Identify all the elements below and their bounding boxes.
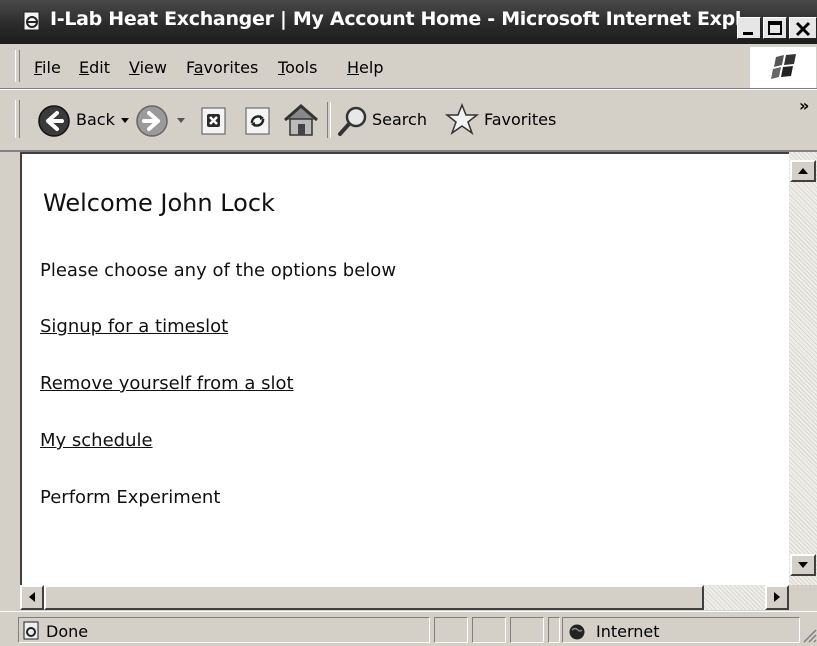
welcome-heading: Welcome John Lock	[43, 189, 275, 217]
page-done-icon	[23, 621, 39, 640]
windows-flag-icon	[771, 54, 796, 79]
scroll-right-icon	[774, 592, 780, 602]
search-button-label[interactable]: Search	[372, 110, 427, 129]
menu-tools[interactable]: Tools	[278, 58, 317, 77]
maximize-icon	[768, 21, 782, 35]
forward-dropdown-icon[interactable]	[176, 117, 186, 125]
vertical-scrollbar[interactable]	[789, 152, 817, 585]
status-bar: Done Internet	[0, 611, 817, 646]
status-text: Done	[46, 622, 89, 641]
back-dropdown-icon[interactable]	[120, 117, 130, 125]
intro-text: Please choose any of the options below	[40, 260, 397, 281]
signup-timeslot-link[interactable]: Signup for a timeslot	[40, 316, 228, 337]
horizontal-scrollbar[interactable]	[20, 585, 789, 610]
menu-favorites-pre: F	[186, 58, 194, 77]
window-left-edge	[0, 152, 20, 610]
remove-from-slot-link[interactable]: Remove yourself from a slot	[40, 373, 294, 394]
menu-bar: File Edit View Favorites Tools Help	[0, 44, 817, 89]
menu-tools-rest: ools	[285, 58, 318, 77]
menu-favorites[interactable]: Favorites	[186, 58, 258, 77]
scroll-up-button[interactable]	[790, 160, 816, 182]
toolbar-separator	[327, 102, 331, 138]
status-pane-3	[472, 617, 506, 643]
menu-edit[interactable]: Edit	[79, 58, 110, 77]
title-bar: I-Lab Heat Exchanger | My Account Home -…	[0, 0, 817, 44]
scroll-down-button[interactable]	[790, 554, 816, 576]
menu-favorites-accel: a	[193, 58, 204, 77]
resize-grip-icon[interactable]	[800, 626, 817, 643]
ie-page-icon	[23, 11, 40, 31]
my-schedule-link[interactable]: My schedule	[40, 430, 153, 451]
stop-icon[interactable]	[199, 106, 229, 136]
search-icon[interactable]	[336, 104, 370, 138]
menu-edit-rest: dit	[89, 58, 110, 77]
status-pane-5	[548, 617, 560, 643]
standard-toolbar: Back Search Favorites »	[0, 89, 817, 152]
forward-arrow-icon[interactable]	[135, 104, 169, 138]
close-button[interactable]	[789, 17, 817, 39]
refresh-icon[interactable]	[243, 106, 273, 136]
favorites-button-label[interactable]: Favorites	[484, 110, 556, 129]
home-icon[interactable]	[281, 102, 321, 138]
back-button-label[interactable]: Back	[76, 110, 115, 129]
menu-help[interactable]: Help	[347, 58, 383, 77]
windows-logo-box	[750, 47, 816, 88]
menu-file[interactable]: File	[34, 58, 61, 77]
browser-window: I-Lab Heat Exchanger | My Account Home -…	[0, 0, 817, 646]
scroll-down-icon	[798, 562, 808, 568]
scroll-right-button[interactable]	[765, 585, 789, 610]
menu-edit-accel: E	[79, 58, 90, 77]
scroll-left-icon	[29, 592, 35, 602]
menu-file-rest: ile	[42, 58, 61, 77]
horizontal-scroll-thumb[interactable]	[44, 585, 704, 610]
menu-favorites-rest: vorites	[203, 58, 259, 77]
window-title: I-Lab Heat Exchanger | My Account Home -…	[50, 8, 762, 30]
menu-file-accel: F	[34, 58, 43, 77]
minimize-icon	[743, 32, 753, 35]
security-zone-label: Internet	[596, 622, 660, 641]
menubar-grip[interactable]	[15, 50, 20, 82]
page-content: Welcome John Lock Please choose any of t…	[20, 152, 789, 587]
back-arrow-icon[interactable]	[37, 104, 71, 138]
maximize-button[interactable]	[763, 17, 787, 39]
scroll-up-icon	[798, 168, 808, 174]
scroll-left-button[interactable]	[20, 585, 44, 610]
internet-globe-icon	[569, 624, 585, 640]
menu-tools-accel: T	[278, 58, 286, 77]
menu-view[interactable]: View	[129, 58, 167, 77]
toolbar-overflow-chevron[interactable]: »	[799, 96, 809, 115]
toolbar-grip[interactable]	[15, 100, 20, 138]
menu-view-rest: iew	[139, 58, 167, 77]
menu-help-rest: elp	[359, 58, 384, 77]
status-pane-4	[510, 617, 544, 643]
minimize-button[interactable]	[737, 17, 761, 39]
menu-help-accel: H	[347, 58, 360, 77]
favorites-star-icon[interactable]	[444, 102, 480, 138]
menu-view-accel: V	[129, 58, 140, 77]
scrollbar-corner	[789, 585, 817, 610]
perform-experiment-text: Perform Experiment	[40, 487, 221, 508]
close-icon	[795, 21, 811, 37]
status-pane-2	[434, 617, 468, 643]
